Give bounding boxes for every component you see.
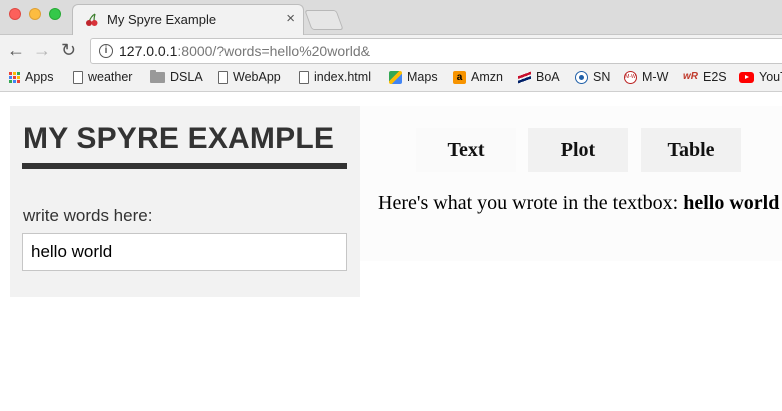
- browser-tab-active[interactable]: My Spyre Example ×: [72, 4, 304, 35]
- text-output: Here's what you wrote in the textbox: he…: [378, 192, 779, 215]
- bookmark-sn[interactable]: SN: [575, 70, 610, 84]
- title-divider: [22, 163, 347, 169]
- bookmark-dsla[interactable]: DSLA: [150, 69, 203, 84]
- browser-title-bar: My Spyre Example ×: [0, 0, 782, 35]
- bookmark-e2s[interactable]: wR E2S: [683, 70, 727, 84]
- bookmark-label: weather: [88, 70, 133, 84]
- output-panel: Text Plot Table Here's what you wrote in…: [360, 106, 782, 261]
- bookmark-webapp[interactable]: WebApp: [218, 70, 281, 84]
- bookmarks-bar: Apps weather DSLA WebApp index.html Maps…: [0, 67, 782, 92]
- input-sidebar: MY SPYRE EXAMPLE write words here:: [10, 106, 360, 297]
- maximize-window-button[interactable]: [49, 8, 61, 20]
- bookmark-youtube[interactable]: YouTube: [739, 70, 782, 84]
- youtube-icon: [739, 71, 754, 83]
- maps-icon: [389, 70, 402, 84]
- bookmark-label: WebApp: [233, 70, 281, 84]
- minimize-window-button[interactable]: [29, 8, 41, 20]
- boa-icon: [518, 70, 531, 84]
- bookmark-label: BoA: [536, 70, 560, 84]
- forward-arrow-icon[interactable]: →: [33, 41, 51, 59]
- bookmark-label: Apps: [25, 70, 54, 84]
- e2s-icon: wR: [683, 70, 698, 82]
- url-path: :8000/?words=hello%20world&: [177, 43, 371, 59]
- bookmark-maps[interactable]: Maps: [389, 70, 438, 84]
- bookmark-label: index.html: [314, 70, 371, 84]
- folder-icon: [150, 69, 165, 83]
- url-text[interactable]: 127.0.0.1:8000/?words=hello%20world&: [119, 43, 370, 59]
- tab-table[interactable]: Table: [641, 128, 741, 172]
- bookmark-mw[interactable]: M-W M-W: [624, 70, 668, 84]
- bookmark-label: YouTube: [759, 70, 782, 84]
- page-icon: [218, 70, 228, 84]
- bookmark-weather[interactable]: weather: [73, 70, 132, 84]
- bookmark-label: Maps: [407, 70, 438, 84]
- output-prefix: Here's what you wrote in the textbox:: [378, 192, 684, 214]
- output-value: hello world: [683, 192, 780, 214]
- browser-toolbar: ← → ↻ i 127.0.0.1:8000/?words=hello%20wo…: [0, 35, 782, 67]
- bookmark-label: DSLA: [170, 70, 203, 84]
- words-input[interactable]: [22, 233, 347, 271]
- close-window-button[interactable]: [9, 8, 21, 20]
- amazon-icon: a: [453, 70, 466, 84]
- sn-icon: [575, 70, 588, 84]
- tab-plot[interactable]: Plot: [528, 128, 628, 172]
- page-title: MY SPYRE EXAMPLE: [23, 122, 335, 155]
- reload-icon[interactable]: ↻: [61, 41, 76, 59]
- bookmark-boa[interactable]: BoA: [518, 70, 560, 84]
- address-bar[interactable]: i 127.0.0.1:8000/?words=hello%20world&: [90, 38, 782, 64]
- bookmark-label: SN: [593, 70, 611, 84]
- cherry-favicon-icon: [86, 13, 98, 26]
- back-arrow-icon[interactable]: ←: [7, 41, 25, 59]
- bookmark-index-html[interactable]: index.html: [299, 70, 371, 84]
- apps-grid-icon: [9, 71, 20, 83]
- browser-tab-title: My Spyre Example: [107, 12, 217, 27]
- url-host: 127.0.0.1: [119, 43, 178, 59]
- bookmark-label: Amzn: [471, 70, 503, 84]
- bookmark-label: M-W: [642, 70, 669, 84]
- mw-icon: M-W: [624, 70, 637, 84]
- page-icon: [73, 70, 83, 84]
- bookmark-label: E2S: [703, 70, 727, 84]
- new-tab-button[interactable]: [304, 10, 344, 30]
- page-icon: [299, 70, 309, 84]
- bookmark-apps[interactable]: Apps: [9, 70, 54, 84]
- info-icon[interactable]: i: [99, 44, 113, 58]
- tab-text[interactable]: Text: [416, 128, 516, 172]
- bookmark-amzn[interactable]: a Amzn: [453, 70, 503, 84]
- tab-close-icon[interactable]: ×: [286, 10, 295, 27]
- words-input-label: write words here:: [23, 206, 153, 225]
